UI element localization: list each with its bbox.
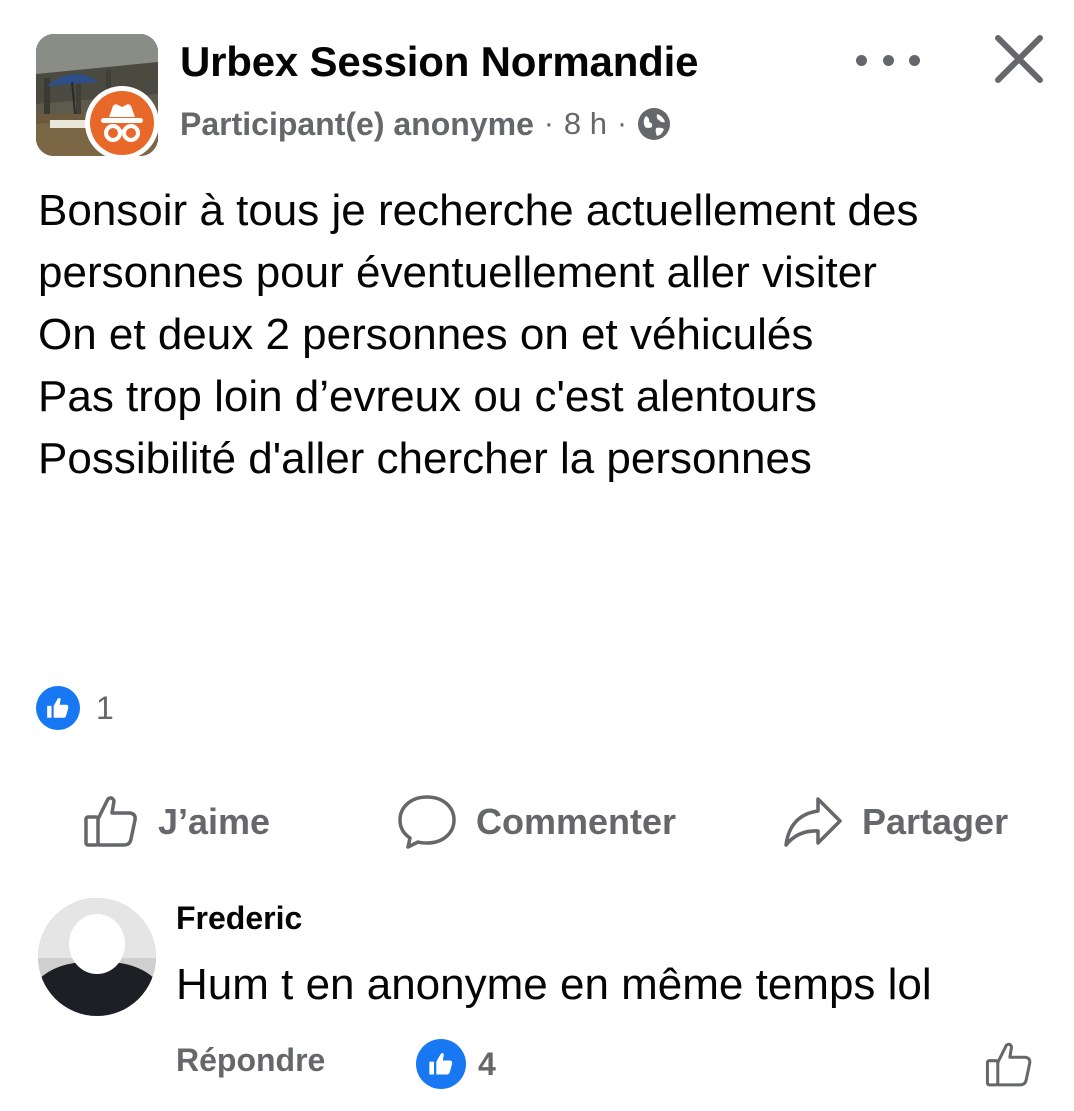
more-dots-icon	[856, 54, 867, 66]
close-icon	[995, 35, 1043, 83]
share-button[interactable]: Partager	[782, 790, 1008, 854]
comment-text: Hum t en anonyme en même temps lol	[176, 960, 932, 1009]
post-line: Possibilité d'aller chercher la personne…	[38, 434, 812, 483]
post-line: On et deux 2 personnes on et véhiculés	[38, 310, 814, 359]
share-label: Partager	[862, 801, 1009, 842]
meta-separator: ·	[543, 107, 554, 140]
anonymous-badge	[85, 86, 159, 160]
comment-button[interactable]: Commenter	[396, 790, 676, 854]
reactions-summary[interactable]: 1	[36, 685, 114, 731]
thumbs-up-icon	[985, 1042, 1032, 1087]
like-reaction-icon	[416, 1039, 466, 1089]
comment-like-button[interactable]	[984, 1040, 1034, 1090]
post-line: Bonsoir à tous je recherche actuellement…	[38, 186, 919, 235]
author-name[interactable]: Participant(e) anonyme	[180, 106, 534, 143]
group-name[interactable]: Urbex Session Normandie	[180, 38, 698, 86]
more-dots-icon	[909, 54, 920, 66]
commenter-name[interactable]: Frederic	[176, 900, 302, 937]
post-line: Pas trop loin d’evreux ou c'est alentour…	[38, 372, 817, 421]
more-options-button[interactable]	[856, 42, 920, 78]
incognito-icon	[101, 104, 143, 142]
thumbs-up-icon	[84, 796, 137, 847]
like-label: J’aime	[158, 801, 271, 842]
meta-separator: ·	[616, 107, 627, 140]
commenter-photo	[38, 898, 156, 1016]
post-meta: Participant(e) anonyme · 8 h ·	[180, 104, 671, 144]
comment-bubble-icon	[398, 795, 456, 849]
comment-reactions[interactable]: 4	[416, 1038, 496, 1090]
post-line: personnes pour éventuellement aller visi…	[38, 248, 877, 297]
comment-label: Commenter	[476, 801, 677, 842]
globe-icon	[637, 108, 670, 140]
post-body: Bonsoir à tous je recherche actuellement…	[38, 180, 1048, 490]
more-dots-icon	[882, 54, 894, 66]
reaction-count: 1	[96, 689, 114, 726]
share-arrow-icon	[784, 797, 842, 847]
reply-button[interactable]: Répondre	[176, 1042, 325, 1079]
like-button[interactable]: J’aime	[82, 790, 270, 854]
comment-reaction-count: 4	[478, 1045, 496, 1082]
commenter-avatar[interactable]	[38, 898, 156, 1016]
close-button[interactable]	[990, 30, 1048, 88]
post-time[interactable]: 8 h	[564, 106, 607, 142]
like-reaction-icon	[36, 686, 80, 730]
